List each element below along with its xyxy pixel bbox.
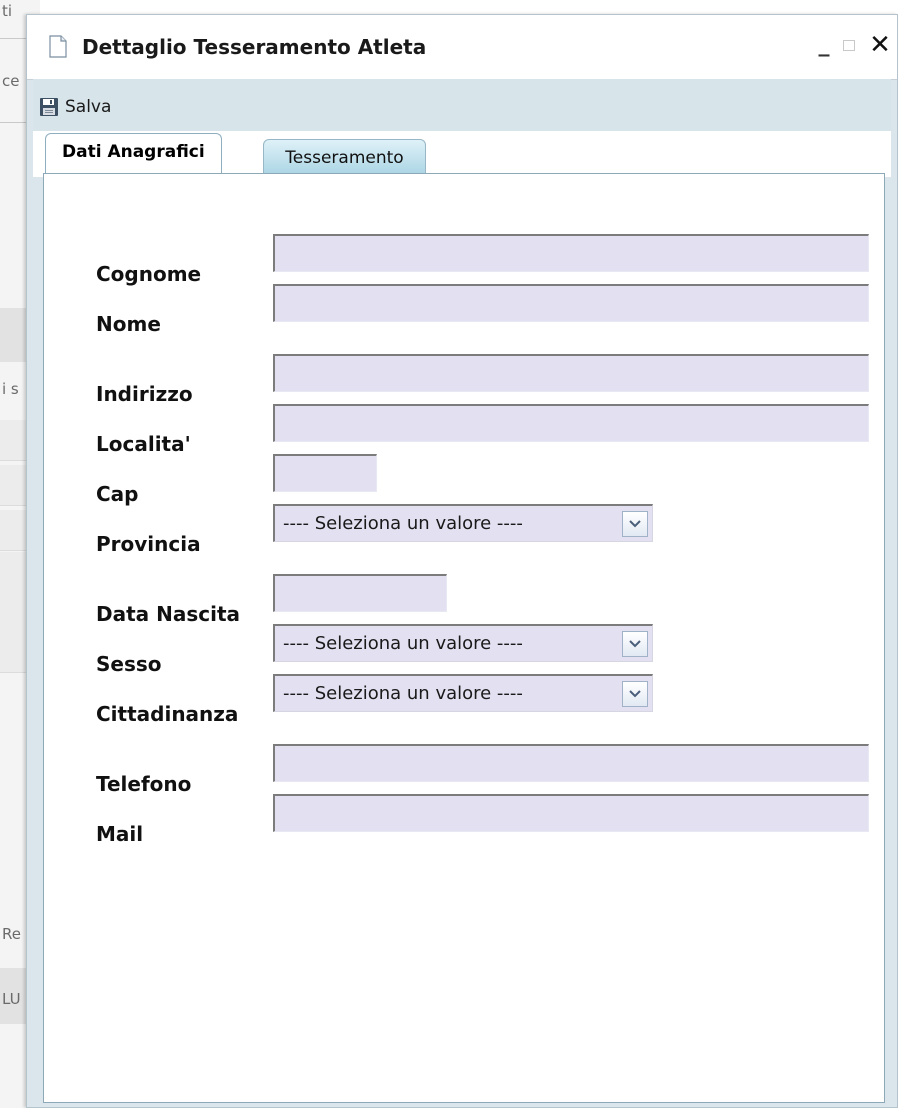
- detail-window: Dettaglio Tesseramento Atleta _ ✕ Salva …: [26, 14, 898, 1108]
- provincia-select[interactable]: ---- Seleziona un valore ----: [273, 504, 653, 542]
- chevron-down-icon[interactable]: [622, 510, 648, 537]
- floppy-disk-icon: [40, 98, 58, 116]
- label-mail: Mail: [96, 822, 144, 846]
- chevron-down-icon[interactable]: [622, 630, 648, 657]
- background-text: Re: [2, 925, 21, 943]
- window-titlebar[interactable]: Dettaglio Tesseramento Atleta _ ✕: [27, 15, 897, 80]
- form-panel: Cognome Nome Indirizzo Localita' Cap Pro…: [43, 173, 885, 1103]
- minimize-button[interactable]: _: [813, 31, 835, 59]
- nome-input[interactable]: [273, 284, 869, 322]
- tab-dati-anagrafici[interactable]: Dati Anagrafici: [45, 133, 222, 174]
- sesso-selected-value: ---- Seleziona un valore ----: [283, 633, 523, 654]
- localita-input[interactable]: [273, 404, 869, 442]
- label-telefono: Telefono: [96, 772, 192, 796]
- cittadinanza-selected-value: ---- Seleziona un valore ----: [283, 683, 523, 704]
- label-indirizzo: Indirizzo: [96, 382, 193, 406]
- chevron-down-icon[interactable]: [622, 680, 648, 707]
- background-text: i s: [2, 380, 19, 398]
- tab-tesseramento[interactable]: Tesseramento: [263, 139, 426, 176]
- background-text: ce: [2, 72, 20, 90]
- background-text: LU: [2, 990, 21, 1008]
- provincia-selected-value: ---- Seleziona un valore ----: [283, 513, 523, 534]
- telefono-input[interactable]: [273, 744, 869, 782]
- cittadinanza-select[interactable]: ---- Seleziona un valore ----: [273, 674, 653, 712]
- save-label: Salva: [65, 97, 112, 117]
- sesso-select[interactable]: ---- Seleziona un valore ----: [273, 624, 653, 662]
- label-cognome: Cognome: [96, 262, 202, 286]
- label-cittadinanza: Cittadinanza: [96, 702, 239, 726]
- cognome-input[interactable]: [273, 234, 869, 272]
- label-nome: Nome: [96, 312, 161, 336]
- document-icon: [49, 35, 67, 58]
- indirizzo-input[interactable]: [273, 354, 869, 392]
- label-provincia: Provincia: [96, 532, 201, 556]
- tab-strip: Dati Anagrafici Tesseramento: [33, 131, 891, 177]
- mail-input[interactable]: [273, 794, 869, 832]
- toolbar: Salva: [33, 79, 891, 131]
- maximize-button[interactable]: [838, 31, 860, 59]
- background-text: ti: [2, 2, 13, 20]
- close-button[interactable]: ✕: [867, 31, 893, 59]
- window-title: Dettaglio Tesseramento Atleta: [82, 35, 427, 59]
- label-cap: Cap: [96, 482, 139, 506]
- save-button[interactable]: Salva: [39, 93, 111, 121]
- label-data-nascita: Data Nascita: [96, 602, 241, 626]
- maximize-icon: [843, 40, 855, 51]
- data-nascita-input[interactable]: [273, 574, 447, 612]
- cap-input[interactable]: [273, 454, 377, 492]
- label-localita: Localita': [96, 432, 191, 456]
- label-sesso: Sesso: [96, 652, 162, 676]
